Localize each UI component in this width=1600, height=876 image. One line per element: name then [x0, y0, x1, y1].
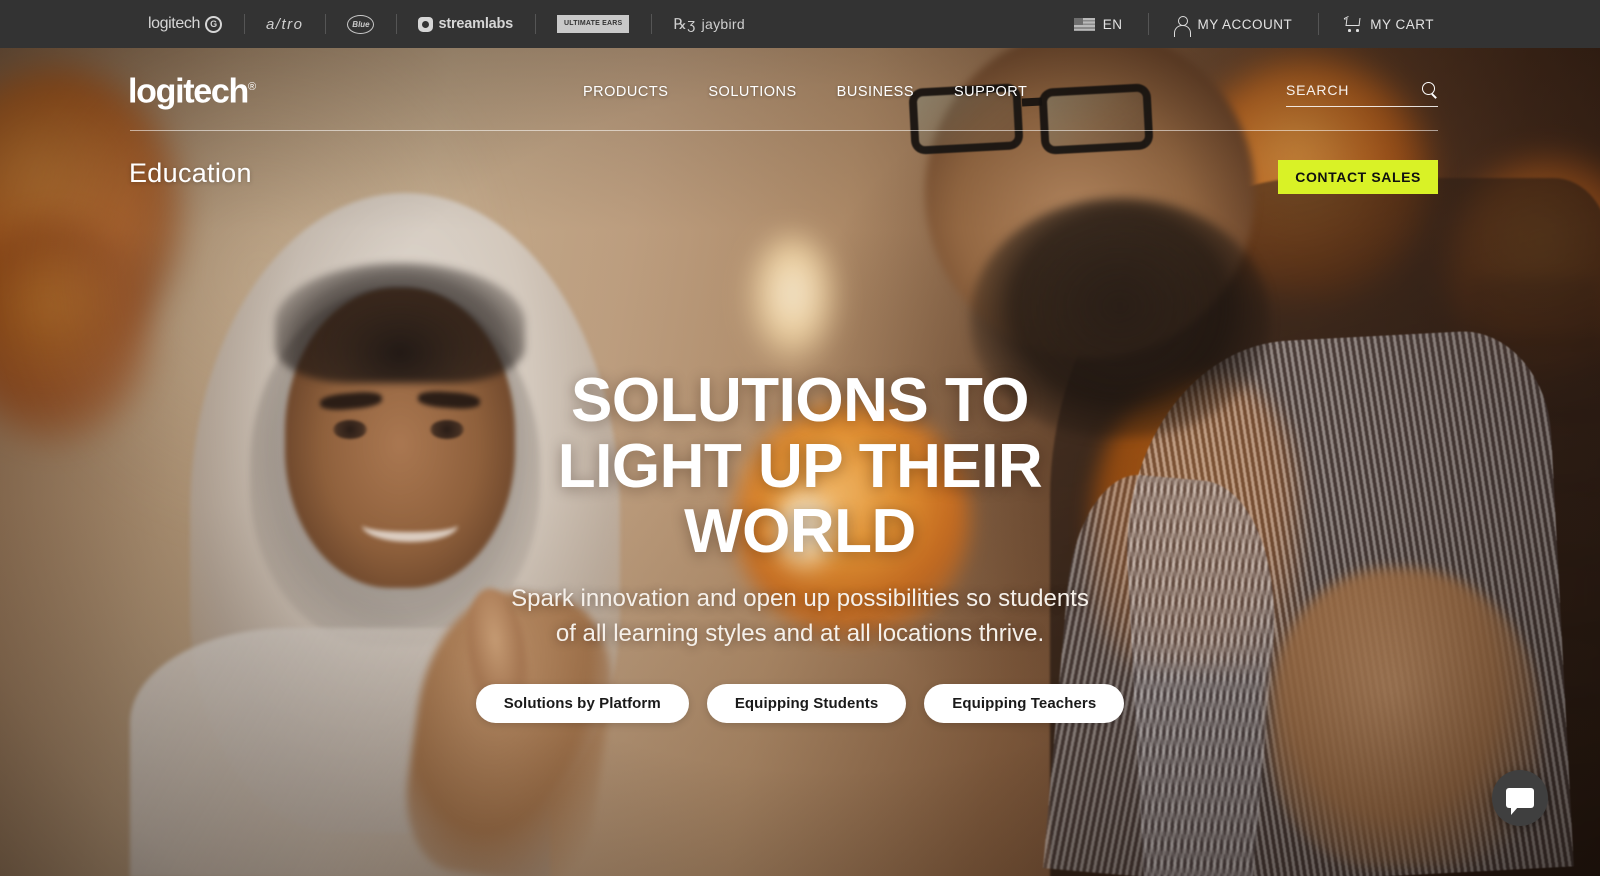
cta-solutions-by-platform[interactable]: Solutions by Platform [475, 684, 689, 723]
logitech-wordmark: logitech G [148, 15, 222, 33]
search-input[interactable] [1286, 82, 1396, 98]
us-flag-icon [1073, 17, 1095, 31]
streamlabs-wordmark: streamlabs [418, 16, 513, 32]
my-account-link[interactable]: MY ACCOUNT [1148, 0, 1318, 48]
logitech-g-icon: G [204, 15, 222, 33]
brand-bar-utility-links: EN MY ACCOUNT MY CART [1048, 0, 1460, 48]
main-navigation: PRODUCTS SOLUTIONS BUSINESS SUPPORT [583, 84, 1027, 100]
hero-section: logitech® PRODUCTS SOLUTIONS BUSINESS SU… [0, 48, 1600, 876]
page-title: Education [129, 158, 252, 188]
brand-logo-logitech[interactable]: logitech G [126, 0, 244, 48]
main-header: logitech® PRODUCTS SOLUTIONS BUSINESS SU… [0, 48, 1600, 130]
streamlabs-mark-icon [418, 16, 434, 32]
brand-logo-list: logitech G a/tro Blue streamlabs ULTIMAT… [126, 0, 767, 48]
brand-logo-astro[interactable]: a/tro [243, 0, 326, 48]
page-root: logitech G a/tro Blue streamlabs ULTIMAT… [0, 0, 1600, 876]
logitech-logo[interactable]: logitech® [128, 66, 256, 112]
language-selector[interactable]: EN [1048, 0, 1149, 48]
search-icon[interactable] [1422, 82, 1438, 98]
logitech-logo-text: logitech [128, 72, 249, 111]
brand-logo-jaybird[interactable]: ℞ʒ jaybird [651, 0, 767, 48]
person-icon [1174, 16, 1192, 37]
logitech-wordmark-text: logitech [148, 15, 200, 32]
blue-wordmark-text: Blue [347, 14, 375, 34]
chat-bubble-icon [1506, 788, 1534, 815]
nav-item-solutions[interactable]: SOLUTIONS [708, 84, 796, 100]
brand-logo-streamlabs[interactable]: streamlabs [396, 0, 535, 48]
my-cart-label: MY CART [1370, 16, 1434, 32]
brand-logo-blue[interactable]: Blue [325, 0, 396, 48]
astro-wordmark-text: a/tro [265, 15, 304, 33]
hero-cta-group: Solutions by Platform Equipping Students… [0, 684, 1600, 723]
sub-header: Education CONTACT SALES [0, 130, 1600, 200]
language-label: EN [1102, 16, 1123, 32]
search-box[interactable] [1286, 82, 1438, 107]
jaybird-wordmark: ℞ʒ jaybird [673, 15, 745, 33]
ultimate-ears-wordmark-text: ULTIMATE EARS [557, 15, 630, 33]
jaybird-wordmark-text: jaybird [701, 16, 745, 32]
nav-item-products[interactable]: PRODUCTS [583, 84, 668, 100]
nav-item-business[interactable]: BUSINESS [837, 84, 914, 100]
cta-equipping-students[interactable]: Equipping Students [706, 684, 907, 723]
cta-equipping-teachers[interactable]: Equipping Teachers [924, 684, 1125, 723]
nav-item-support[interactable]: SUPPORT [954, 84, 1027, 100]
my-cart-link[interactable]: MY CART [1318, 0, 1460, 48]
cart-icon [1344, 15, 1362, 32]
chat-widget-button[interactable] [1492, 770, 1548, 826]
streamlabs-wordmark-text: streamlabs [438, 16, 514, 32]
brand-logo-ultimate-ears[interactable]: ULTIMATE EARS [535, 0, 651, 48]
brand-bar: logitech G a/tro Blue streamlabs ULTIMAT… [0, 0, 1600, 48]
my-account-label: MY ACCOUNT [1197, 16, 1293, 32]
jaybird-mark-icon: ℞ʒ [673, 16, 696, 33]
contact-sales-button[interactable]: CONTACT SALES [1278, 160, 1438, 194]
registered-trademark-icon: ® [247, 81, 257, 93]
